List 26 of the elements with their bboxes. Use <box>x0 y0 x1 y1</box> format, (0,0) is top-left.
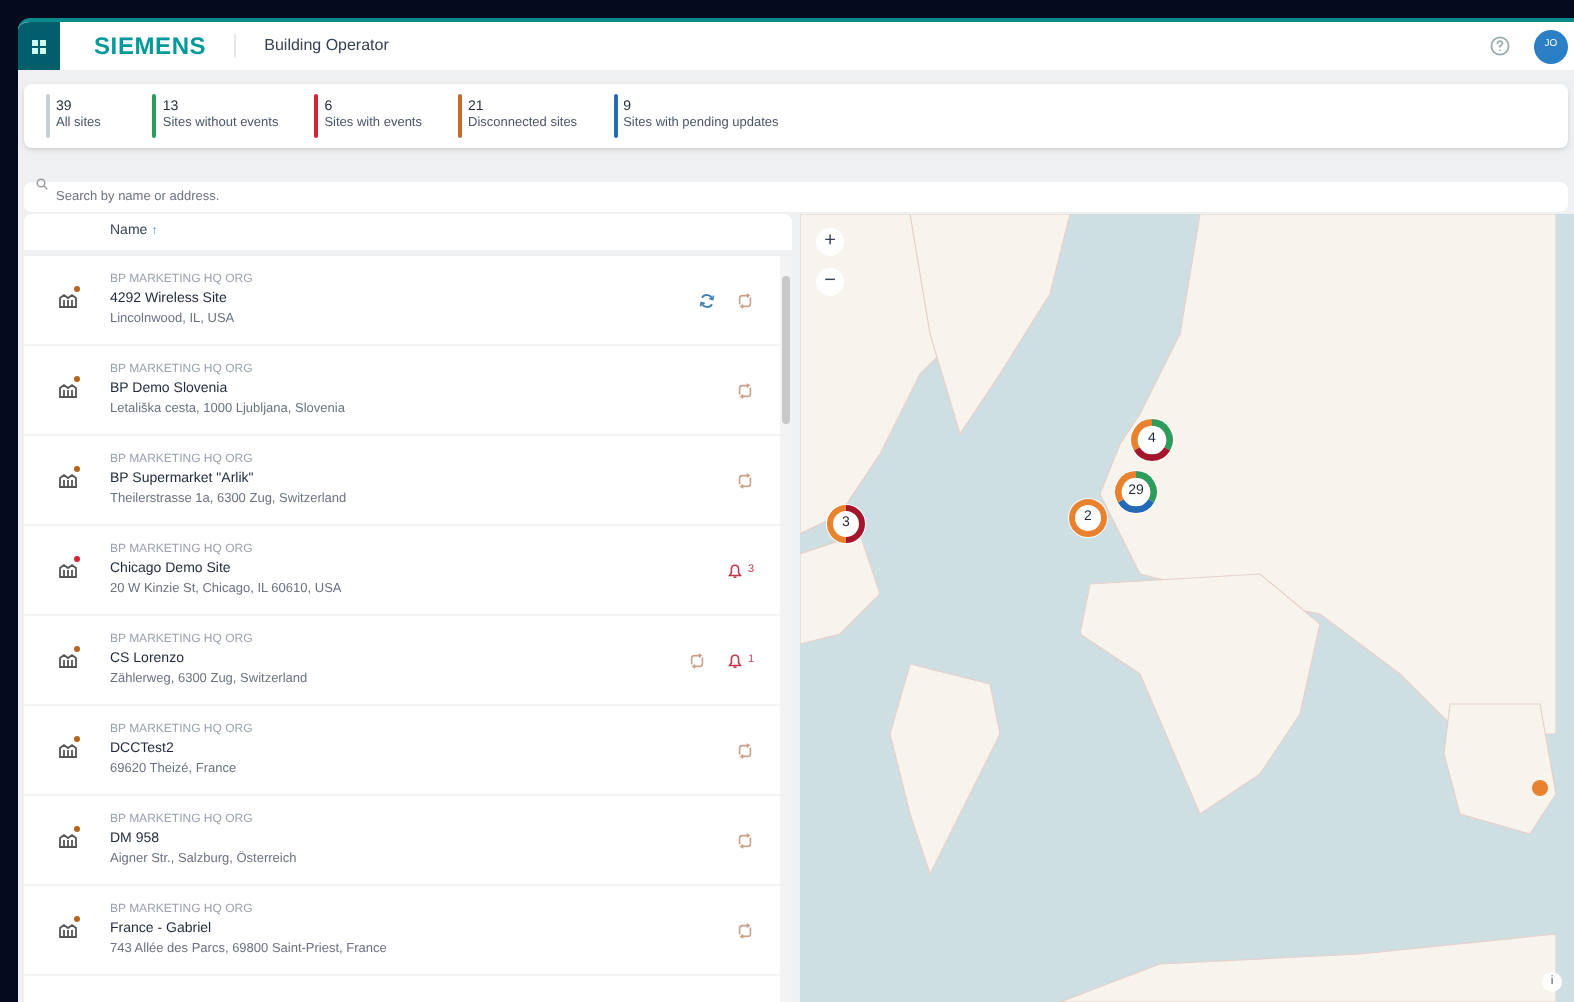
building-icon <box>57 832 77 848</box>
building-icon <box>57 562 77 578</box>
sync-pending-icon[interactable] <box>736 921 754 939</box>
sync-pending-icon[interactable] <box>736 291 754 309</box>
help-icon[interactable] <box>1490 36 1510 56</box>
building-icon <box>57 382 77 398</box>
building-icon <box>57 652 77 668</box>
bell-icon <box>725 561 744 579</box>
building-icon <box>57 292 77 308</box>
refresh-icon[interactable] <box>698 291 716 309</box>
building-icon <box>57 742 77 758</box>
grid-icon <box>32 39 46 53</box>
app-menu-button[interactable] <box>18 22 60 70</box>
bell-icon <box>725 651 744 669</box>
sync-pending-icon[interactable] <box>687 651 706 669</box>
scrollbar-thumb[interactable] <box>782 276 790 424</box>
search-icon <box>36 178 48 190</box>
sync-pending-icon[interactable] <box>736 741 754 759</box>
building-icon <box>57 922 77 938</box>
sync-pending-icon[interactable] <box>736 471 754 489</box>
app-title: Building Operator <box>264 34 389 58</box>
brand-logo: SIEMENS <box>94 30 207 64</box>
scrollbar[interactable] <box>780 256 792 1002</box>
sync-pending-icon[interactable] <box>736 831 754 849</box>
sync-pending-icon[interactable] <box>736 381 754 399</box>
building-icon <box>57 472 77 488</box>
